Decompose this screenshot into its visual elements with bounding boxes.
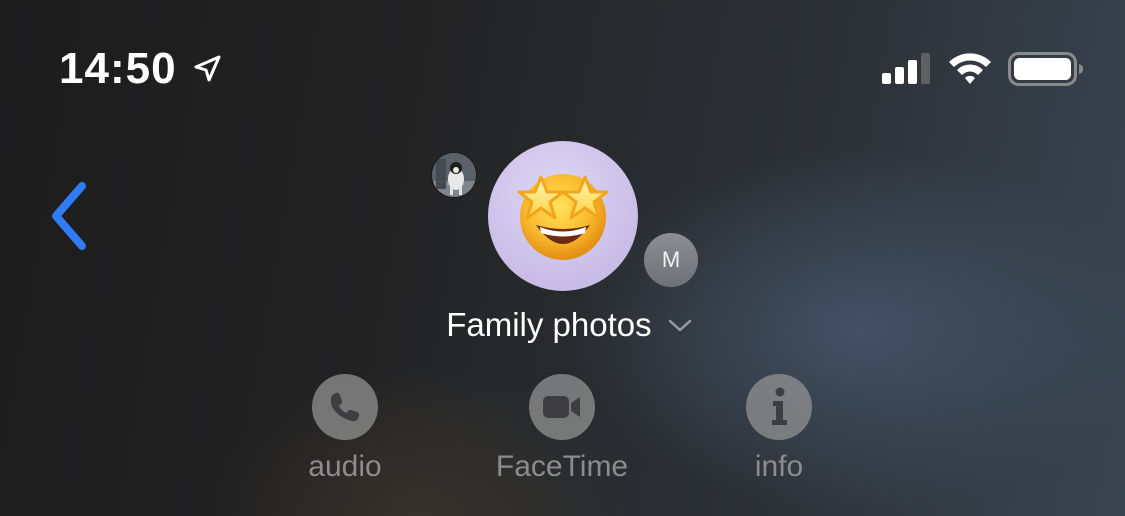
back-button[interactable] <box>38 176 104 256</box>
facetime-button[interactable]: FaceTime <box>482 374 642 494</box>
info-label: info <box>754 450 804 483</box>
location-arrow-icon <box>194 55 221 82</box>
audio-button-circle <box>312 374 378 440</box>
star-struck-emoji-icon <box>517 174 609 260</box>
group-name-label: Family photos <box>446 306 652 344</box>
status-time: 14:50 <box>59 44 177 93</box>
info-button[interactable]: info <box>699 374 859 494</box>
dog-photo-icon <box>432 153 476 197</box>
cellular-signal-icon <box>882 53 930 84</box>
member-photo-avatar <box>432 153 476 197</box>
phone-icon <box>330 392 360 422</box>
info-icon <box>772 387 787 425</box>
battery-icon <box>1008 52 1083 86</box>
member-initial-avatar: M <box>644 233 698 287</box>
audio-label: audio <box>308 450 382 483</box>
facetime-button-circle <box>529 374 595 440</box>
group-avatar[interactable] <box>488 141 638 291</box>
info-button-circle <box>746 374 812 440</box>
chevron-down-icon <box>668 320 692 332</box>
wifi-icon <box>949 53 991 84</box>
audio-call-button[interactable]: audio <box>265 374 425 494</box>
video-camera-icon <box>543 396 580 418</box>
facetime-label: FaceTime <box>495 450 629 483</box>
chevron-left-icon <box>52 182 86 250</box>
status-bar: 14:50 <box>0 0 1125 120</box>
group-name-button[interactable]: Family photos <box>0 304 1125 344</box>
